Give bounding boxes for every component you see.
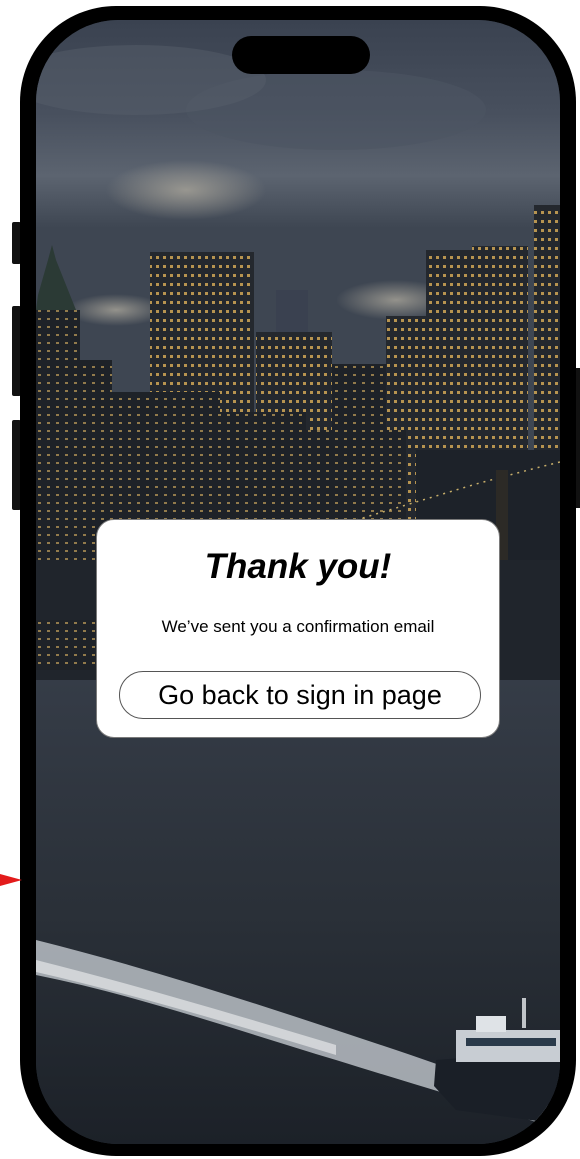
phone-screen: Thank you! We’ve sent you a confirmation… [36, 20, 560, 1144]
red-arrow-icon [0, 874, 22, 886]
back-to-sign-in-button[interactable]: Go back to sign in page [119, 671, 481, 719]
modal-message: We’ve sent you a confirmation email [161, 617, 435, 636]
canvas: Thank you! We’ve sent you a confirmation… [0, 0, 580, 1159]
modal-title: Thank you! [204, 547, 392, 586]
confirmation-modal: Thank you! We’ve sent you a confirmation… [96, 519, 500, 738]
dynamic-island [232, 36, 370, 74]
